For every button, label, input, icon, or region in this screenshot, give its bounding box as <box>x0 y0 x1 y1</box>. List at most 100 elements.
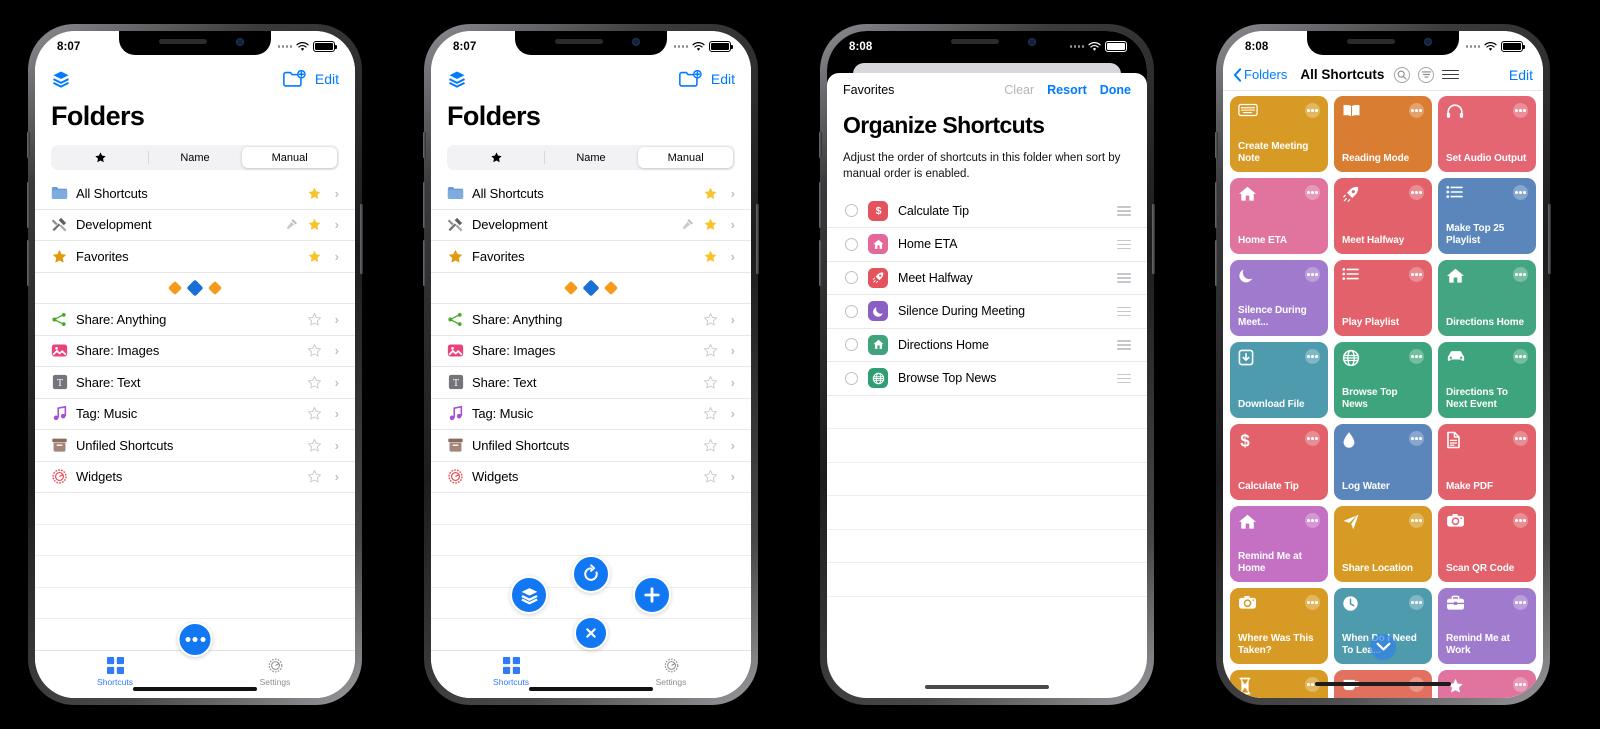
shortcut-tile[interactable]: Browse Top News <box>1334 342 1432 418</box>
tile-more-button[interactable] <box>1513 185 1528 200</box>
segment-manual-p2[interactable]: Manual <box>638 147 734 168</box>
select-radio[interactable] <box>845 338 858 352</box>
segment-name-p2[interactable]: Name <box>543 147 639 168</box>
close-fab-button[interactable] <box>574 616 608 650</box>
folder-row-share-text[interactable]: T Share: Text › <box>431 367 751 399</box>
tab-shortcuts-p1[interactable]: Shortcuts <box>35 657 195 687</box>
power-button[interactable] <box>1152 204 1155 274</box>
folder-row-development[interactable]: Development › <box>35 210 355 241</box>
favorite-star-empty[interactable] <box>703 343 718 358</box>
shortcut-tile[interactable]: Make PDF <box>1438 424 1536 500</box>
volume-up-button[interactable] <box>819 182 822 228</box>
tab-shortcuts-p2[interactable]: Shortcuts <box>431 657 591 687</box>
search-icon[interactable] <box>1394 66 1411 83</box>
resort-fab-button[interactable] <box>572 555 610 593</box>
folder-row-tag-music[interactable]: Tag: Music › <box>431 399 751 430</box>
edit-button-p1[interactable]: Edit <box>315 71 339 87</box>
folder-row-all-shortcuts[interactable]: All Shortcuts › <box>431 178 751 210</box>
shortcut-tile[interactable]: Download File <box>1230 342 1328 418</box>
sort-segmented-control-p1[interactable]: Name Manual <box>51 145 339 170</box>
tile-more-button[interactable] <box>1305 595 1320 610</box>
organize-row[interactable]: Directions Home <box>827 329 1147 363</box>
resort-button[interactable]: Resort <box>1047 83 1087 97</box>
favorite-star-filled[interactable] <box>307 249 322 264</box>
shortcut-tile[interactable]: Remind Me at Home <box>1230 506 1328 582</box>
volume-up-button[interactable] <box>1215 182 1218 228</box>
favorite-star-filled[interactable] <box>307 186 322 201</box>
segment-name-p1[interactable]: Name <box>147 147 243 168</box>
shortcut-tile[interactable]: Meet Halfway <box>1334 178 1432 254</box>
folder-row-unfiled[interactable]: Unfiled Shortcuts › <box>35 430 355 462</box>
favorite-star-empty[interactable] <box>703 375 718 390</box>
new-folder-icon[interactable] <box>678 69 702 89</box>
tile-more-button[interactable] <box>1305 349 1320 364</box>
drag-handle-icon[interactable] <box>1117 273 1131 283</box>
power-button[interactable] <box>1548 204 1551 274</box>
layers-icon[interactable] <box>447 69 467 89</box>
volume-down-button[interactable] <box>819 240 822 286</box>
shortcut-tile[interactable]: Reading Mode <box>1334 96 1432 172</box>
edit-button-p4[interactable]: Edit <box>1509 67 1533 83</box>
favorite-star-empty[interactable] <box>307 438 322 453</box>
folder-row-widgets[interactable]: Widgets › <box>431 462 751 493</box>
shortcut-tile[interactable] <box>1230 670 1328 698</box>
mute-switch[interactable] <box>1215 132 1218 158</box>
organize-row[interactable]: Browse Top News <box>827 362 1147 396</box>
shortcut-tile[interactable]: Set Audio Output <box>1438 96 1536 172</box>
new-folder-icon[interactable] <box>282 69 306 89</box>
shortcut-tile[interactable]: Play Playlist <box>1334 260 1432 336</box>
folder-row-favorites[interactable]: Favorites › <box>35 241 355 273</box>
favorite-star-empty[interactable] <box>307 343 322 358</box>
mute-switch[interactable] <box>27 132 30 158</box>
edit-button-p2[interactable]: Edit <box>711 71 735 87</box>
scroll-down-chip[interactable] <box>1370 634 1396 660</box>
shortcut-tile[interactable]: Log Water <box>1334 424 1432 500</box>
shortcut-tile[interactable]: Scan QR Code <box>1438 506 1536 582</box>
folder-row-unfiled[interactable]: Unfiled Shortcuts › <box>431 430 751 462</box>
drag-handle-icon[interactable] <box>1117 239 1131 250</box>
shortcut-tile[interactable]: $ Calculate Tip <box>1230 424 1328 500</box>
tile-more-button[interactable] <box>1305 513 1320 528</box>
tile-more-button[interactable] <box>1409 513 1424 528</box>
drag-handle-icon[interactable] <box>1117 306 1131 317</box>
folder-row-share-images[interactable]: Share: Images › <box>35 336 355 367</box>
tile-more-button[interactable] <box>1409 595 1424 610</box>
folder-row-share-text[interactable]: T Share: Text › <box>35 367 355 399</box>
shortcut-tile[interactable]: Create Meeting Note <box>1230 96 1328 172</box>
tile-more-button[interactable] <box>1513 349 1528 364</box>
segment-manual-p1[interactable]: Manual <box>242 147 338 168</box>
drag-handle-icon[interactable] <box>1117 373 1131 384</box>
select-radio[interactable] <box>845 237 858 251</box>
segment-favorites-p1[interactable] <box>53 147 148 168</box>
favorite-star-empty[interactable] <box>703 406 718 421</box>
favorite-star-empty[interactable] <box>703 469 718 484</box>
folder-row-widgets[interactable]: Widgets › <box>35 462 355 493</box>
organize-row[interactable]: Home ETA <box>827 228 1147 262</box>
volume-down-button[interactable] <box>423 240 426 286</box>
volume-up-button[interactable] <box>27 182 30 228</box>
tile-more-button[interactable] <box>1305 267 1320 282</box>
volume-down-button[interactable] <box>27 240 30 286</box>
select-radio[interactable] <box>845 204 858 218</box>
favorite-star-filled[interactable] <box>703 217 718 232</box>
tile-more-button[interactable] <box>1513 431 1528 446</box>
select-radio[interactable] <box>845 371 858 385</box>
tile-more-button[interactable] <box>1409 103 1424 118</box>
add-fab-button[interactable] <box>633 576 671 614</box>
volume-down-button[interactable] <box>1215 240 1218 286</box>
power-button[interactable] <box>756 204 759 274</box>
select-radio[interactable] <box>845 271 858 285</box>
sort-segmented-control-p2[interactable]: Name Manual <box>447 145 735 170</box>
favorite-star-empty[interactable] <box>703 438 718 453</box>
folder-row-share-anything[interactable]: Share: Anything › <box>431 304 751 336</box>
mute-switch[interactable] <box>423 132 426 158</box>
folder-row-share-images[interactable]: Share: Images › <box>431 336 751 367</box>
favorite-star-empty[interactable] <box>307 312 322 327</box>
shortcut-tile[interactable]: Silence During Meet... <box>1230 260 1328 336</box>
select-radio[interactable] <box>845 304 858 318</box>
layers-icon[interactable] <box>51 69 71 89</box>
volume-up-button[interactable] <box>423 182 426 228</box>
favorite-star-filled[interactable] <box>307 217 322 232</box>
tile-more-button[interactable] <box>1513 267 1528 282</box>
favorite-star-empty[interactable] <box>307 375 322 390</box>
